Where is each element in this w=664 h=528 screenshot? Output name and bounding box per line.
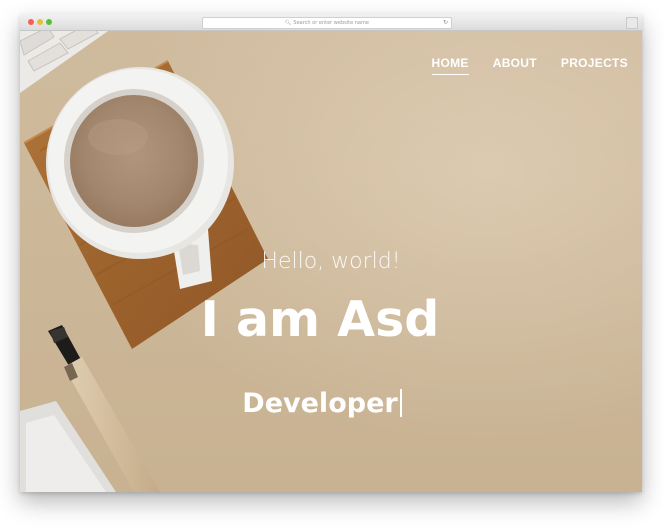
- hero-section: HOME ABOUT PROJECTS Hello, world! I am A…: [20, 31, 642, 492]
- hero-headline: I am Asd: [200, 291, 440, 348]
- typing-cursor: [399, 389, 402, 417]
- nav-about-link[interactable]: ABOUT: [493, 56, 537, 75]
- search-icon: 🔍︎: [285, 20, 292, 26]
- hero-role-line: Developer: [20, 388, 642, 419]
- tabs-overview-button[interactable]: [626, 17, 638, 29]
- main-nav: HOME ABOUT PROJECTS: [431, 56, 628, 75]
- browser-window: 🔍︎ Search or enter website name ↻ HOME A…: [20, 14, 642, 492]
- minimize-window-button[interactable]: [37, 19, 43, 25]
- address-bar[interactable]: 🔍︎ Search or enter website name ↻: [202, 17, 452, 29]
- close-window-button[interactable]: [28, 19, 34, 25]
- hero-role: Developer: [242, 388, 398, 419]
- reload-icon[interactable]: ↻: [443, 18, 448, 28]
- hero-greeting: Hello, world!: [261, 249, 401, 274]
- nav-projects-link[interactable]: PROJECTS: [561, 56, 628, 75]
- address-bar-placeholder: Search or enter website name: [293, 20, 369, 26]
- browser-titlebar: 🔍︎ Search or enter website name ↻: [20, 14, 642, 31]
- nav-home-link[interactable]: HOME: [431, 56, 469, 75]
- zoom-window-button[interactable]: [46, 19, 52, 25]
